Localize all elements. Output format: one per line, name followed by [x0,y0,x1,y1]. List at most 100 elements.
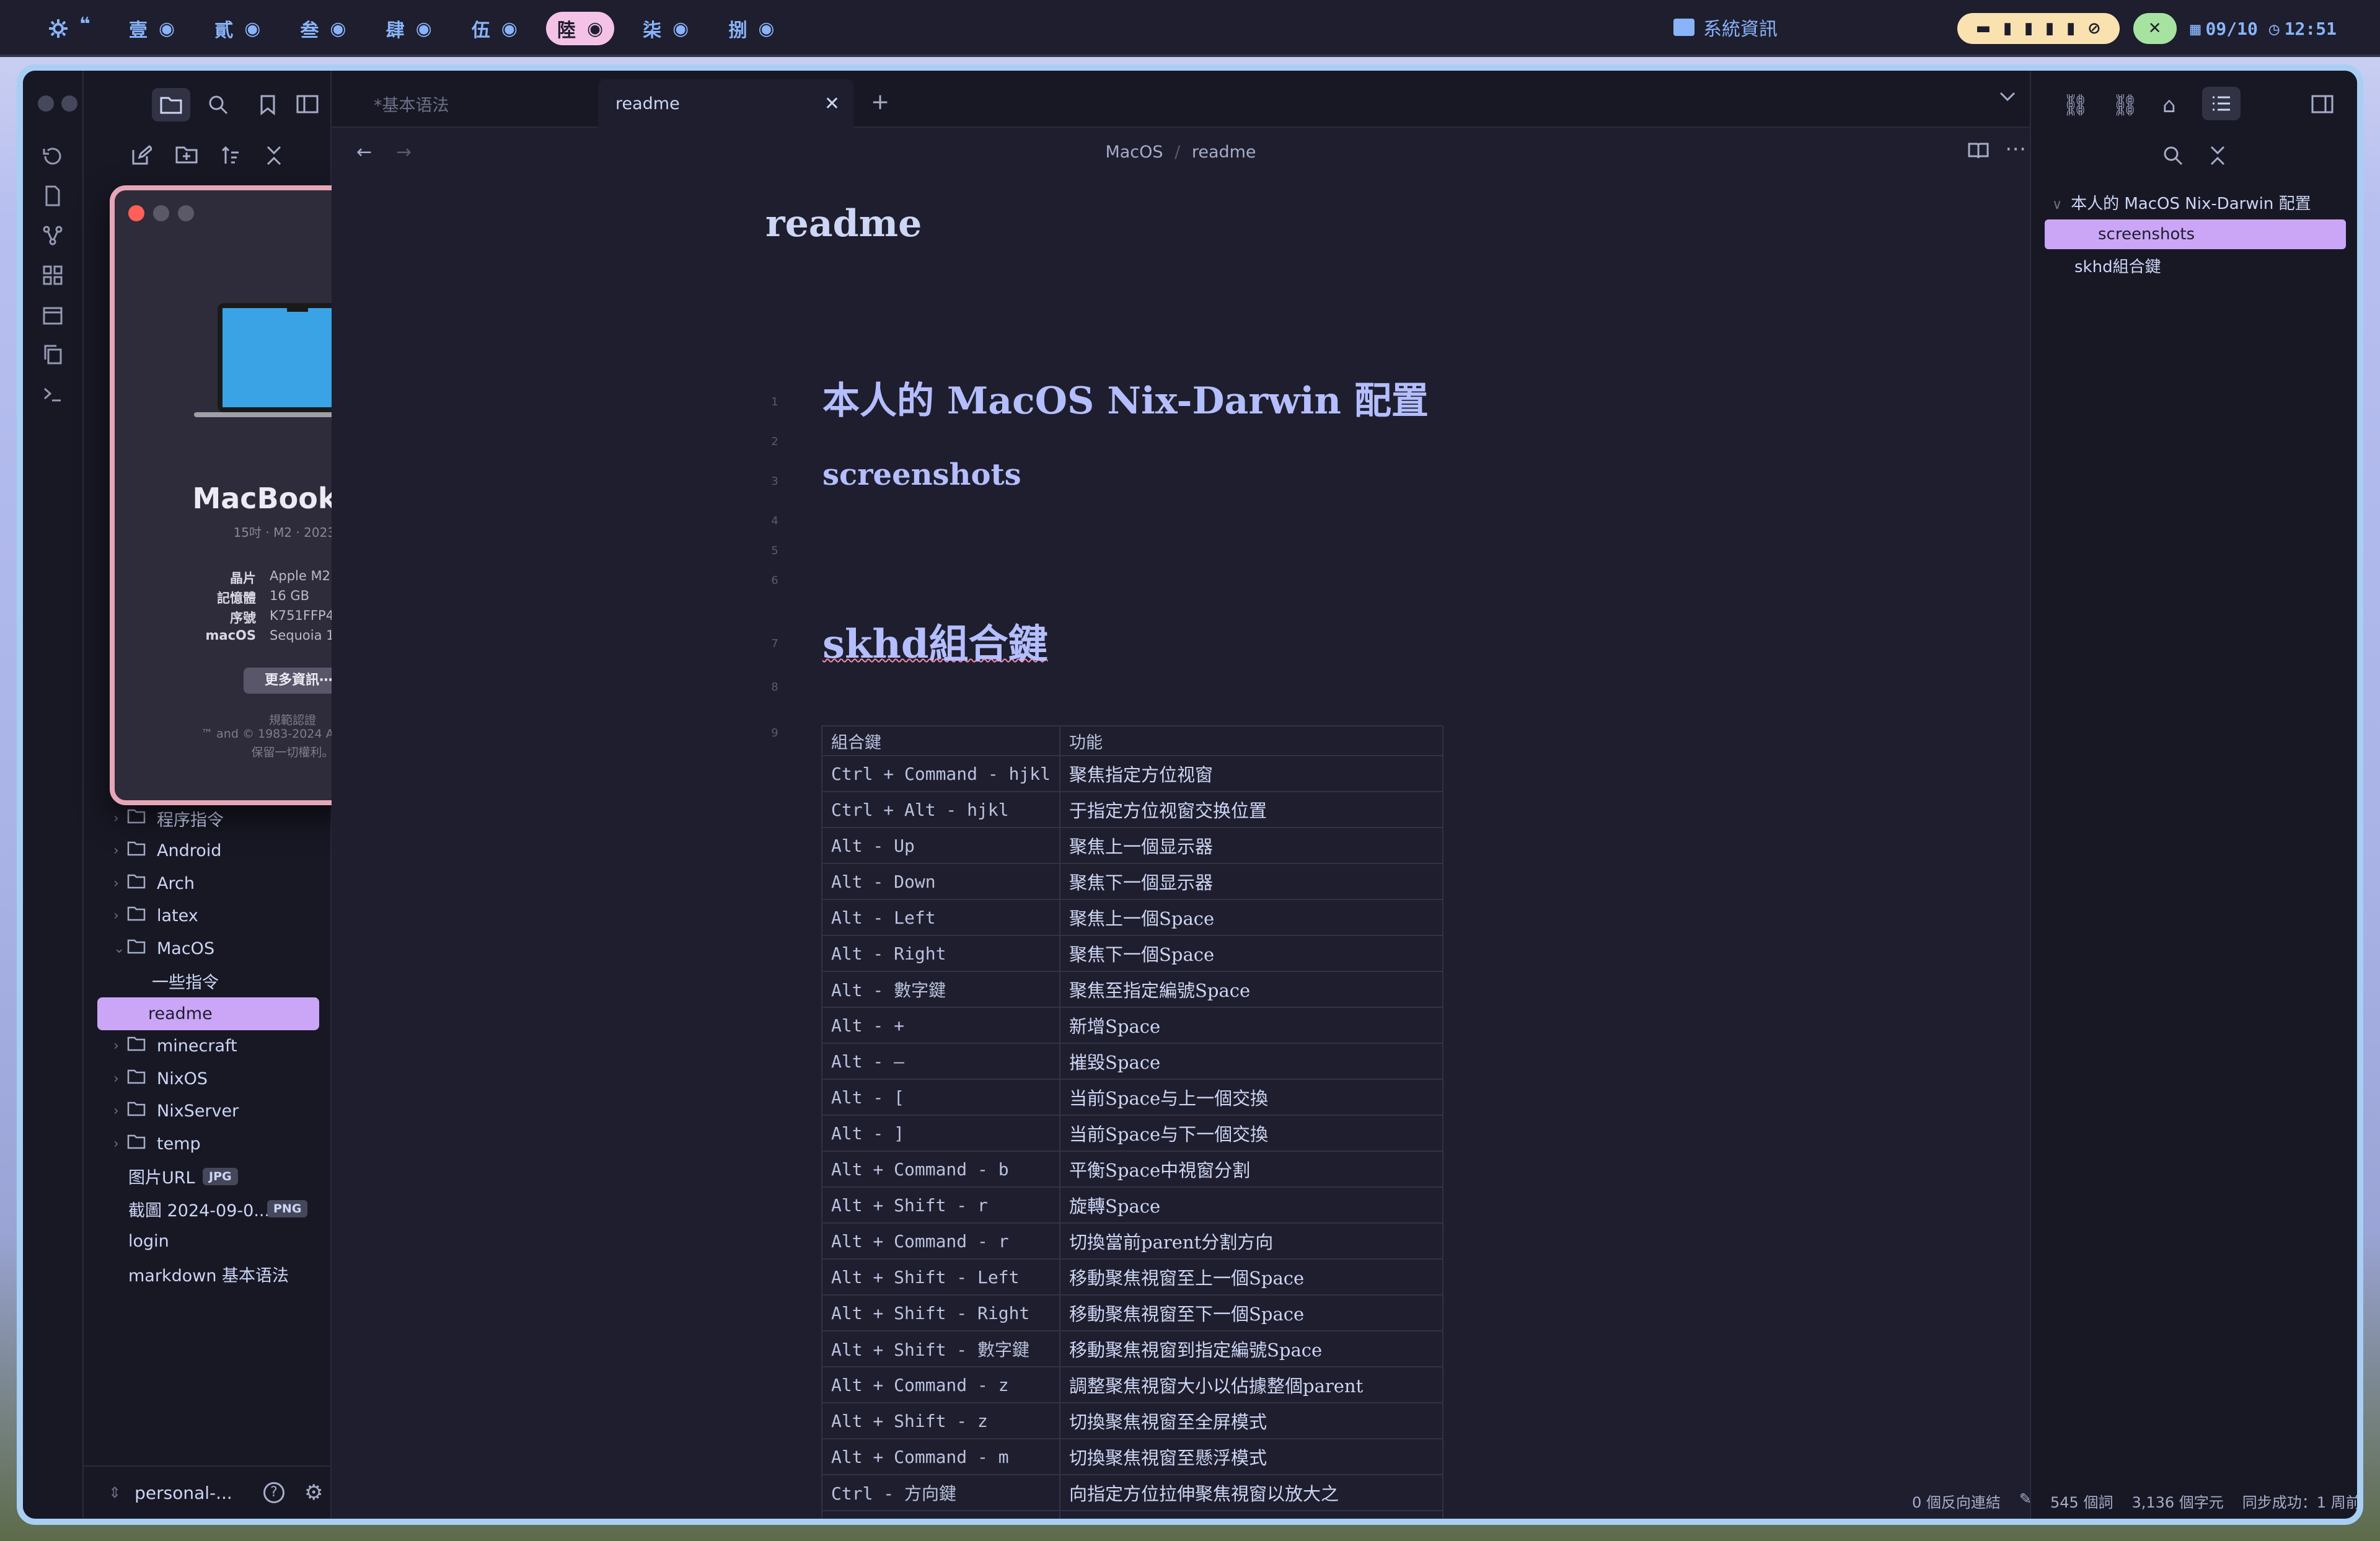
heading-1[interactable]: 本人的 MacOS Nix-Darwin 配置 [822,371,1429,425]
tree-item[interactable]: › Arch [84,867,332,900]
collapse-all-icon[interactable] [265,145,283,166]
close-button[interactable] [38,95,54,112]
table-row[interactable]: Alt + Shift - r 旋轉Space [821,1186,1443,1224]
workspace-1[interactable]: 壹 ◉ [118,12,186,45]
function-cell[interactable]: 聚焦下一個显示器 [1059,863,1443,900]
tree-item[interactable]: ⌄ MacOS [84,932,332,965]
function-cell[interactable]: 切換聚焦視窗至全屏模式 [1059,1402,1443,1439]
shortcut-cell[interactable]: Alt - ] [821,1115,1061,1152]
heading-2[interactable]: screenshots [822,457,1021,492]
tree-item[interactable]: › NixOS [84,1062,332,1095]
shortcut-cell[interactable]: Ctrl + Command - hjkl [821,755,1061,792]
reading-view-icon[interactable] [1968,141,1989,162]
shortcut-cell[interactable]: Alt - Right [821,935,1061,972]
breadcrumb-folder[interactable]: MacOS [1105,143,1163,162]
sync-status[interactable]: 同步成功：1 周前 [2242,1490,2357,1512]
heading-1-skhd[interactable]: skhd組合鍵 [822,612,1048,669]
note-title[interactable]: readme [765,202,922,245]
tree-item[interactable]: › 程序指令 [84,802,332,835]
shortcut-cell[interactable]: Alt + Command - m [821,1438,1061,1475]
table-row[interactable]: Alt - Up 聚焦上一個显示器 [821,827,1443,864]
editor-pane[interactable]: ← → MacOS / readme ⋯ readme 1 2 3 4 5 6 … [332,128,2030,1519]
tree-item[interactable]: readme [97,997,319,1030]
tab-list-chevron-icon[interactable] [1999,91,2016,105]
breadcrumb-file[interactable]: readme [1192,143,1256,162]
tree-item[interactable]: 图片URL JPG [84,1160,332,1193]
table-row[interactable]: Alt - Down 聚焦下一個显示器 [821,863,1443,900]
graph-icon[interactable] [42,224,64,247]
shortcut-cell[interactable]: Alt - Up [821,827,1061,864]
tree-item[interactable]: markdown 基本语法 [84,1258,332,1291]
workspace-2[interactable]: 貳 ◉ [203,12,271,45]
shortcut-cell[interactable]: Alt - Down [821,863,1061,900]
shortcut-cell[interactable]: Alt - 數字鍵 [821,971,1061,1008]
tree-item[interactable]: › Android [84,835,332,868]
function-cell[interactable]: 聚焦上一個Space [1059,899,1443,936]
tree-item[interactable]: login [84,1225,332,1258]
edit-mode-icon[interactable]: ✎ [2019,1490,2032,1512]
outline-item-screenshots[interactable]: screenshots [2045,219,2346,249]
outgoing-links-icon[interactable]: ⛓ [2112,93,2138,118]
table-row[interactable]: Alt - [当前Space与上一個交換 [821,1079,1443,1116]
shortcut-cell[interactable]: Alt + Command - z [821,1366,1061,1403]
workspace-5[interactable]: 伍 ◉ [461,12,529,45]
shortcut-cell[interactable]: Alt - + [821,1007,1061,1044]
shortcut-cell[interactable]: Alt + Command - r [821,1222,1061,1260]
tree-item[interactable]: › latex [84,900,332,933]
table-row[interactable]: Alt - Right 聚焦下一個Space [821,935,1443,972]
terminal-icon[interactable] [42,383,64,405]
function-cell[interactable]: 調整聚焦視窗大小以佔據整個parent [1059,1366,1443,1403]
sync-icon[interactable] [42,145,64,167]
tree-item[interactable]: 截圖 2024-09-0... PNG [84,1193,332,1225]
gear-icon[interactable] [48,19,68,38]
shortcut-cell[interactable]: Ctrl + Alt - hjkl [821,791,1061,828]
sidebar-toggle-icon[interactable] [296,94,319,114]
tab-basic-syntax[interactable]: *基本语法 [356,79,604,128]
shortcut-cell[interactable]: Ctrl - 方向鍵 [821,1474,1061,1511]
workspace-6[interactable]: 陸 ◉ [545,12,615,45]
front-app[interactable]: 系統資訊 [1673,14,1778,41]
new-folder-icon[interactable] [175,145,198,165]
canvas-icon[interactable] [42,264,64,286]
function-cell[interactable]: 切換聚焦視窗至懸浮模式 [1059,1438,1443,1475]
function-cell[interactable]: 移動聚焦視窗至上一個Space [1059,1258,1443,1296]
battery-cluster[interactable]: ▬ ▮ ▮ ▮ ▮ ⊘ [1957,13,2120,44]
shortcut-cell[interactable]: Alt + Shift - Right [821,1294,1061,1331]
table-row[interactable]: Ctrl + Command - hjkl 聚焦指定方位视窗 [821,755,1443,792]
table-row[interactable]: Alt + Command - m 切換聚焦視窗至懸浮模式 [821,1438,1443,1475]
tree-item[interactable]: › temp [84,1128,332,1160]
outline-icon[interactable] [2202,87,2241,120]
folder-icon[interactable] [152,88,190,121]
table-row[interactable]: Alt - ] 当前Space与下一個交換 [821,1115,1443,1152]
workspace-4[interactable]: 肆 ◉ [375,12,443,45]
function-cell[interactable]: 聚焦至指定編號Space [1059,971,1443,1008]
shortcut-cell[interactable]: Alt + Command - b [821,1150,1061,1188]
tree-item[interactable]: 一些指令 [84,965,332,998]
sidebar-toggle-icon[interactable] [2311,94,2334,114]
workspace-8[interactable]: 捌 ◉ [717,12,785,45]
shortcut-cell[interactable]: Alt + Shift - z [821,1402,1061,1439]
function-cell[interactable]: 向指定方位拉伸聚焦視窗以放大之 [1059,1474,1443,1511]
outline-item-skhd[interactable]: skhd組合鍵 [2074,254,2161,277]
search-icon[interactable] [2162,145,2184,166]
table-row[interactable]: Alt + Command - z 調整聚焦視窗大小以佔據整個parent [821,1366,1443,1403]
close-tab-icon[interactable]: ✕ [824,93,840,115]
table-row[interactable]: Ctrl - 方向鍵 向指定方位拉伸聚焦視窗以放大之 [821,1474,1443,1511]
tree-item[interactable]: › NixServer [84,1095,332,1128]
function-cell[interactable]: 切換當前parent分割方向 [1059,1222,1443,1260]
help-icon[interactable]: ? [263,1482,284,1503]
function-cell[interactable]: 聚焦下一個Space [1059,935,1443,972]
function-cell[interactable]: 当前Space与上一個交換 [1059,1079,1443,1116]
function-cell[interactable]: 旋轉Space [1059,1186,1443,1224]
table-row[interactable]: Alt - + 新增Space [821,1007,1443,1044]
shortcut-cell[interactable]: Alt + Shift - r [821,1186,1061,1224]
tags-icon[interactable]: ⌂ [2162,93,2176,118]
function-cell[interactable]: 摧毀Space [1059,1043,1443,1080]
table-row[interactable]: Alt - 數字鍵 聚焦至指定編號Space [821,971,1443,1008]
shortcut-cell[interactable]: Ctrl + Shift - 方向鍵 [821,1510,1061,1519]
minimize-button[interactable] [153,205,169,221]
function-cell[interactable]: 向指定方位擠壓聚焦視窗以縮小之 [1059,1510,1443,1519]
more-options-icon[interactable]: ⋯ [2005,136,2026,161]
file-switch-icon[interactable] [42,185,64,207]
zoom-button[interactable] [178,205,194,221]
